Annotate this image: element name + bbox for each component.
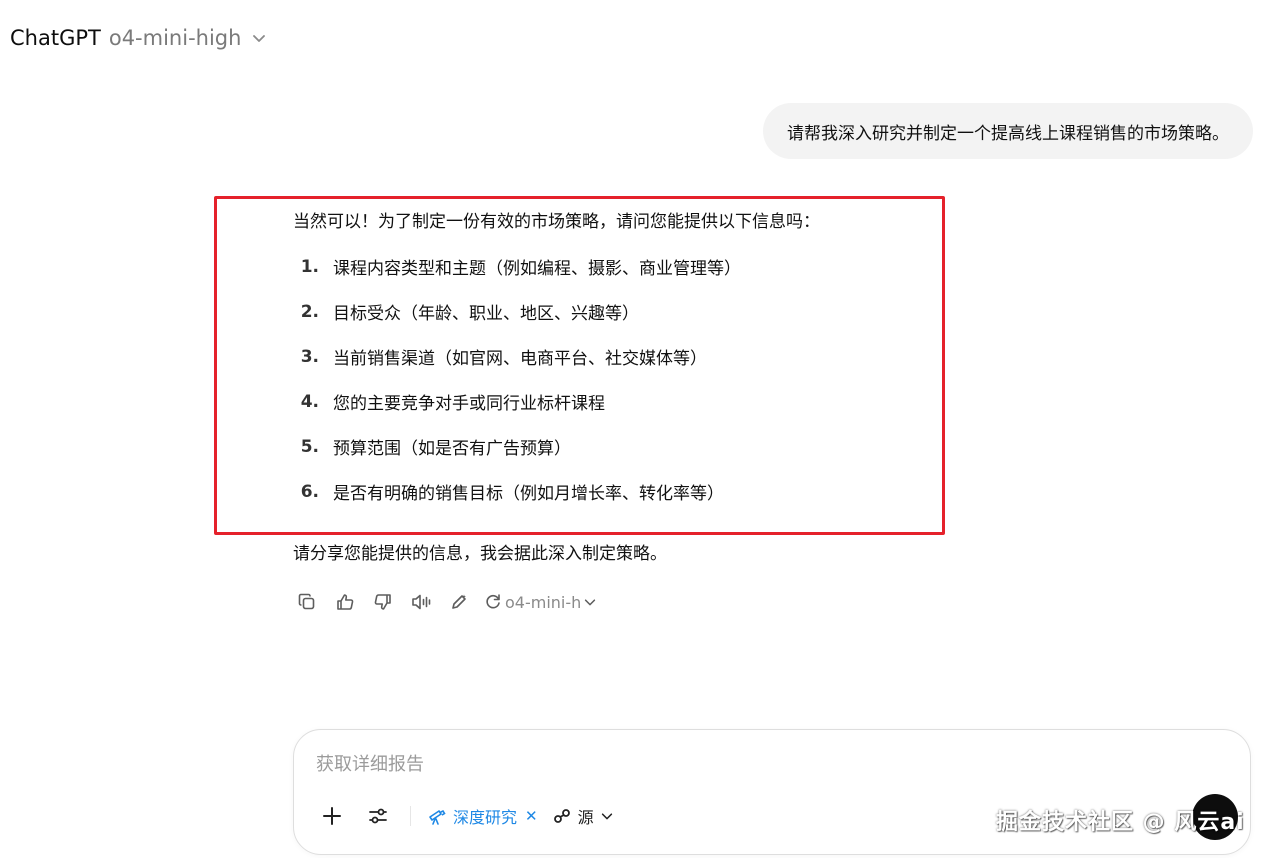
- copy-button[interactable]: [293, 588, 321, 616]
- assistant-message: 当然可以！为了制定一份有效的市场策略，请问您能提供以下信息吗： 1. 课程内容类…: [293, 210, 933, 564]
- telescope-icon: [429, 809, 446, 825]
- remove-icon[interactable]: ✕: [525, 807, 538, 825]
- thumbs-up-button[interactable]: [331, 588, 359, 616]
- assistant-outro: 请分享您能提供的信息，我会据此深入制定策略。: [293, 544, 667, 564]
- chevron-down-icon: [585, 599, 596, 606]
- regenerate-icon: [486, 594, 500, 609]
- composer-tools: 深度研究 ✕ 源: [316, 800, 614, 832]
- thumbs-down-icon: [374, 594, 391, 610]
- edit-button[interactable]: [445, 588, 473, 616]
- watermark: 掘金技术社区 @ 风云ai: [996, 810, 1245, 835]
- link-icon: [553, 809, 570, 823]
- model-name: o4-mini-high: [108, 26, 242, 50]
- add-button[interactable]: [316, 800, 348, 832]
- list-item: 5. 预算范围（如是否有广告预算）: [293, 424, 933, 469]
- thumbs-up-icon: [337, 594, 354, 610]
- info-list: 1. 课程内容类型和主题（例如编程、摄影、商业管理等） 2. 目标受众（年龄、职…: [293, 244, 933, 514]
- message-actions: o4-mini-h: [293, 588, 597, 616]
- read-aloud-icon: [412, 594, 431, 610]
- edit-icon: [452, 594, 466, 609]
- list-text: 是否有明确的销售目标（例如月增长率、转化率等）: [333, 484, 724, 504]
- divider: [410, 806, 411, 826]
- list-item: 4. 您的主要竞争对手或同行业标杆课程: [293, 379, 933, 424]
- sources-button[interactable]: 源: [552, 804, 614, 828]
- list-number: 2.: [300, 301, 319, 322]
- list-number: 3.: [300, 346, 319, 367]
- chevron-down-icon: [253, 35, 266, 42]
- sliders-icon: [369, 808, 387, 824]
- copy-icon: [298, 593, 315, 610]
- list-text: 当前销售渠道（如官网、电商平台、社交媒体等）: [333, 349, 707, 369]
- list-number: 1.: [300, 256, 319, 277]
- thumbs-down-button[interactable]: [369, 588, 397, 616]
- user-message-text: 请帮我深入研究并制定一个提高线上课程销售的市场策略。: [787, 123, 1229, 144]
- regenerate-model-label: o4-mini-h: [505, 592, 582, 612]
- chevron-down-icon: [601, 813, 612, 820]
- user-message: 请帮我深入研究并制定一个提高线上课程销售的市场策略。: [763, 103, 1253, 159]
- regenerate-button[interactable]: o4-mini-h: [483, 592, 597, 612]
- list-text: 课程内容类型和主题（例如编程、摄影、商业管理等）: [333, 259, 741, 279]
- list-number: 5.: [300, 436, 319, 457]
- list-text: 预算范围（如是否有广告预算）: [333, 439, 571, 459]
- list-text: 您的主要竞争对手或同行业标杆课程: [333, 394, 605, 414]
- sources-label: 源: [577, 808, 594, 827]
- prompt-input[interactable]: 获取详细报告: [316, 750, 424, 776]
- model-selector[interactable]: ChatGPT o4-mini-high: [10, 22, 267, 54]
- list-item: 6. 是否有明确的销售目标（例如月增长率、转化率等）: [293, 469, 933, 514]
- deep-research-chip[interactable]: 深度研究 ✕: [427, 804, 538, 828]
- list-number: 4.: [300, 391, 319, 412]
- assistant-intro: 当然可以！为了制定一份有效的市场策略，请问您能提供以下信息吗：: [293, 212, 820, 232]
- deep-research-label: 深度研究: [453, 808, 518, 827]
- list-number: 6.: [300, 481, 319, 502]
- list-item: 3. 当前销售渠道（如官网、电商平台、社交媒体等）: [293, 334, 933, 379]
- list-text: 目标受众（年龄、职业、地区、兴趣等）: [333, 304, 639, 324]
- list-item: 1. 课程内容类型和主题（例如编程、摄影、商业管理等）: [293, 244, 933, 289]
- composer: 获取详细报告 深度研究 ✕ 源: [293, 729, 1251, 855]
- plus-icon: [323, 807, 341, 825]
- list-item: 2. 目标受众（年龄、职业、地区、兴趣等）: [293, 289, 933, 334]
- tools-button[interactable]: [362, 800, 394, 832]
- app-name: ChatGPT: [10, 26, 101, 50]
- read-aloud-button[interactable]: [407, 588, 435, 616]
